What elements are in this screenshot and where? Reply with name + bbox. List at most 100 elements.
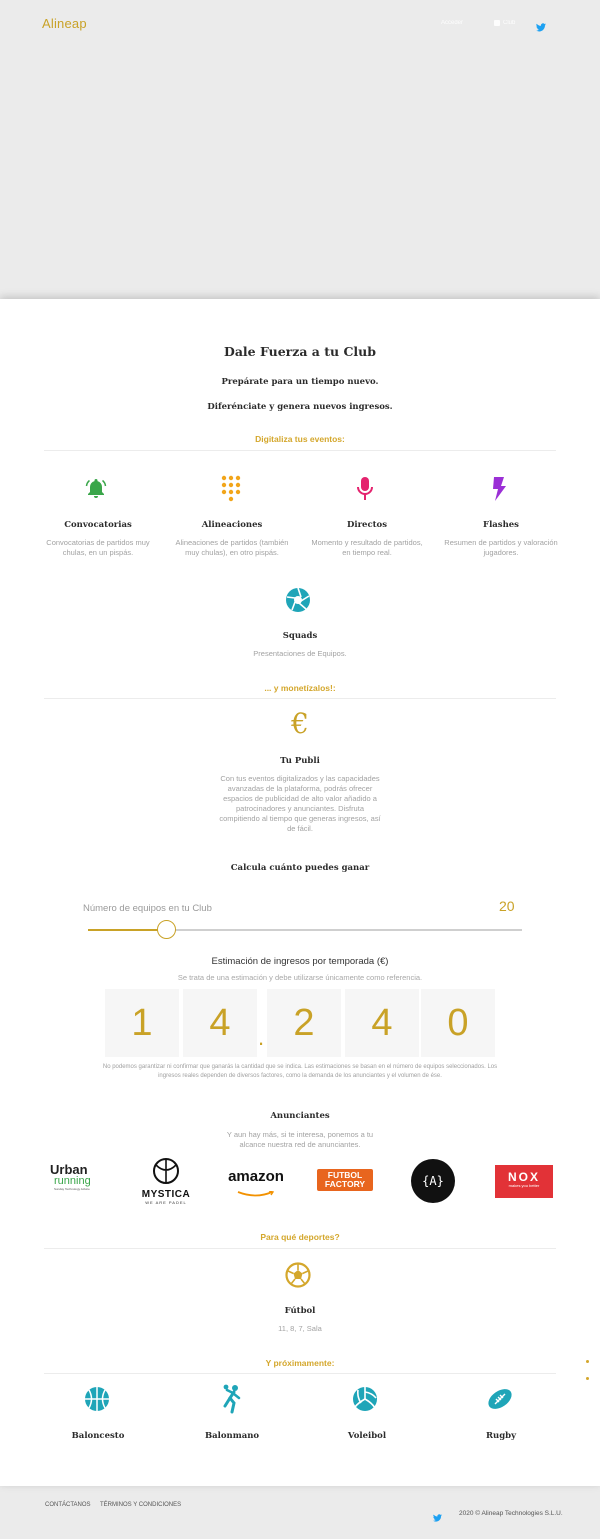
basketball-icon: [84, 1386, 110, 1417]
feature-desc-convocatorias: Convocatorias de partidos muy chulas, en…: [23, 538, 173, 558]
estimate-digit: 4: [183, 989, 257, 1057]
urban-running-logo[interactable]: Urban running Sunday Technology Advice: [50, 1163, 100, 1199]
coming-title-basketball: Baloncesto: [71, 1431, 125, 1441]
disclaimer-line: No podemos garantizar ni confirmar que g…: [102, 1064, 498, 1070]
login-link[interactable]: Acceder: [441, 20, 463, 26]
mystica-logo-subtext: WE ARE PADEL: [145, 1200, 187, 1205]
publi-title: Tu Publi: [280, 756, 320, 766]
football-desc: 11, 8, 7, Sala: [278, 1324, 322, 1333]
copyright: 2020 © Alineap Technologies S.L.U.: [459, 1510, 563, 1517]
urban-logo-tagline: Sunday Technology Advice: [54, 1187, 90, 1191]
estimate-digit: 4: [345, 989, 419, 1057]
feature-title-flashes: Flashes: [483, 520, 519, 530]
nox-logo[interactable]: NOX makes you better: [495, 1165, 553, 1198]
feature-desc-line: Alineaciones de partidos (también: [175, 538, 289, 547]
microphone-icon: [355, 475, 375, 508]
amazon-smile-icon: [237, 1190, 275, 1197]
feature-desc-directos: Momento y resultado de partidos, en tiem…: [292, 538, 442, 558]
intro-line-1: Prepárate para un tiempo nuevo.: [221, 377, 379, 387]
camera-aperture-icon: [285, 587, 311, 618]
estimate-digits: 1 4 . 2 4 0: [105, 989, 495, 1057]
disclaimer: No podemos garantizar ni confirmar que g…: [0, 1063, 600, 1081]
advertisers-desc-line: Y aun hay más, si te interesa, ponemos a…: [226, 1130, 374, 1139]
teams-value: 20: [499, 898, 515, 914]
advertisers-desc: Y aun hay más, si te interesa, ponemos a…: [0, 1130, 600, 1150]
publi-desc-line: espacios de publicidad de alto valor aña…: [223, 794, 377, 803]
feature-desc-line: Resumen de partidos y valoración: [444, 538, 558, 547]
feature-desc-line: chulas, en un pispás.: [62, 548, 134, 557]
amazon-logo-text: amazon: [228, 1168, 284, 1185]
coming-title-volleyball: Voleibol: [347, 1431, 387, 1441]
rugby-ball-icon: [487, 1387, 513, 1416]
futbol-logo-subtext: FACTORY: [324, 1179, 366, 1189]
estimate-digit: 1: [105, 989, 179, 1057]
estimate-title: Estimación de ingresos por temporada (€): [211, 956, 389, 967]
bell-icon: [83, 475, 109, 506]
soccer-ball-icon: [285, 1262, 311, 1293]
feature-desc-line: jugadores.: [483, 548, 519, 557]
contact-link[interactable]: CONTÁCTANOS: [45, 1502, 91, 1508]
intro-line-2: Diferénciate y genera nuevos ingresos.: [207, 402, 393, 412]
twitter-icon[interactable]: [536, 19, 546, 37]
page-title: Dale Fuerza a tu Club: [223, 344, 376, 359]
urban-logo-subtext: running: [54, 1175, 91, 1187]
coming-title-rugby: Rugby: [485, 1431, 517, 1441]
calculator-title: Calcula cuánto puedes ganar: [230, 863, 370, 873]
club-icon: [494, 20, 500, 26]
divider: [44, 698, 556, 699]
twitter-icon[interactable]: [433, 1509, 442, 1527]
flash-icon: [491, 476, 507, 507]
squads-desc: Presentaciones de Equipos.: [253, 649, 347, 658]
brand-logo[interactable]: Alineap: [42, 16, 87, 31]
mystica-logo[interactable]: MYSTICA WE ARE PADEL: [136, 1157, 196, 1205]
football-title: Fútbol: [284, 1306, 316, 1316]
coming-heading: Y próximamente:: [265, 1358, 335, 1368]
footer: CONTÁCTANOS TÉRMINOS Y CONDICIONES 2020 …: [0, 1486, 600, 1539]
disclaimer-line: ingresos reales dependen de diversos fac…: [158, 1073, 442, 1079]
publi-desc-line: patrocinadores y anunciantes. Disfruta: [236, 804, 364, 813]
club-link-label: Club: [503, 20, 516, 26]
teams-slider[interactable]: [88, 920, 522, 939]
a-logo[interactable]: {A}: [411, 1159, 455, 1203]
amazon-logo[interactable]: amazon: [225, 1168, 287, 1197]
sports-heading: Para qué deportes?: [260, 1232, 340, 1242]
mystica-ball-icon: [153, 1158, 179, 1184]
feature-desc-line: en tiempo real.: [342, 548, 392, 557]
top-nav: Alineap Acceder Club: [0, 0, 600, 48]
publi-desc-line: Con tus eventos digitalizados y las capa…: [220, 774, 380, 783]
club-link[interactable]: Club: [494, 20, 515, 26]
nox-logo-text: NOX: [507, 1170, 540, 1184]
estimate-digit: 0: [421, 989, 495, 1057]
futbol-factory-logo[interactable]: FUTBOL FACTORY: [317, 1169, 373, 1191]
feature-desc-alineaciones: Alineaciones de partidos (también muy ch…: [157, 538, 307, 558]
feature-desc-line: Momento y resultado de partidos,: [311, 538, 423, 547]
terms-link[interactable]: TÉRMINOS Y CONDICIONES: [100, 1502, 181, 1508]
euro-icon: €: [291, 707, 309, 740]
handball-icon: [220, 1384, 242, 1419]
main-card: Dale Fuerza a tu Club Prepárate para un …: [0, 299, 600, 1486]
publi-desc-line: compitiendo al tiempo que generas ingres…: [219, 814, 381, 823]
estimate-digit: 2: [267, 989, 341, 1057]
monetize-heading: ... y monetízalos!:: [264, 683, 336, 693]
divider: [44, 1373, 556, 1374]
volleyball-icon: [352, 1386, 378, 1417]
nox-logo-subtext: makes you better: [508, 1183, 540, 1188]
publi-desc: Con tus eventos digitalizados y las capa…: [200, 774, 400, 834]
thousands-separator: .: [258, 1025, 265, 1050]
feature-desc-line: muy chulas), en otro pispás.: [185, 548, 279, 557]
estimate-subtitle: Se trata de una estimación y debe utiliz…: [177, 973, 423, 982]
mystica-logo-text: MYSTICA: [141, 1189, 191, 1200]
slider-thumb[interactable]: [157, 920, 176, 939]
coming-title-handball: Balonmano: [204, 1431, 260, 1441]
slider-fill: [88, 929, 166, 931]
advertisers-title: Anunciantes: [270, 1111, 330, 1121]
scroll-nav-dot[interactable]: [586, 1360, 589, 1363]
feature-title-alineaciones: Alineaciones: [201, 520, 263, 530]
feature-desc-flashes: Resumen de partidos y valoración jugador…: [426, 538, 576, 558]
digitalize-heading: Digitaliza tus eventos:: [255, 434, 345, 444]
feature-title-directos: Directos: [346, 520, 388, 530]
feature-title-convocatorias: Convocatorias: [64, 520, 132, 530]
scroll-nav-dot[interactable]: [586, 1377, 589, 1380]
teams-label: Número de equipos en tu Club: [83, 903, 212, 914]
squads-title: Squads: [282, 631, 318, 641]
